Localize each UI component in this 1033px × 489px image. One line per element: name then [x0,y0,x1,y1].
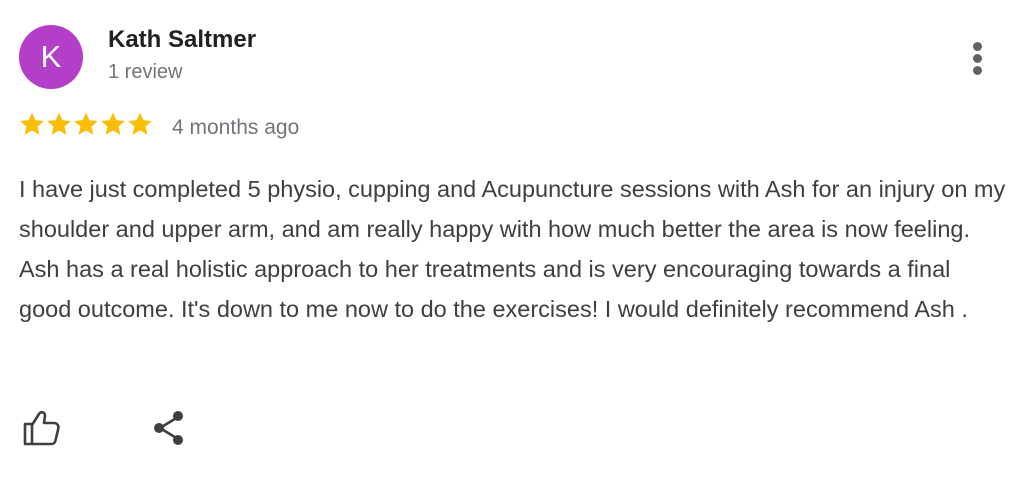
review-date: 4 months ago [172,116,300,139]
star-icon [99,110,127,138]
thumbs-up-icon [23,410,60,446]
review-text: I have just completed 5 physio, cupping … [19,176,1006,322]
more-vert-icon-dot [973,66,982,75]
star-icon [126,110,154,138]
star-icon [72,110,100,138]
more-vert-icon-dot [973,54,982,63]
review-count[interactable]: 1 review [108,61,182,84]
star-icon [45,110,73,138]
review-card: K Kath Saltmer 1 review 4 months ago I h… [0,0,1033,489]
star-rating [18,110,153,143]
share-button[interactable] [148,406,192,450]
author-name[interactable]: Kath Saltmer [108,26,256,54]
more-vert-icon-dot [973,42,982,51]
like-button[interactable] [20,406,64,450]
star-icon [18,110,46,138]
share-icon [154,411,183,445]
avatar[interactable]: K [19,25,83,89]
more-options-button[interactable] [958,36,998,80]
